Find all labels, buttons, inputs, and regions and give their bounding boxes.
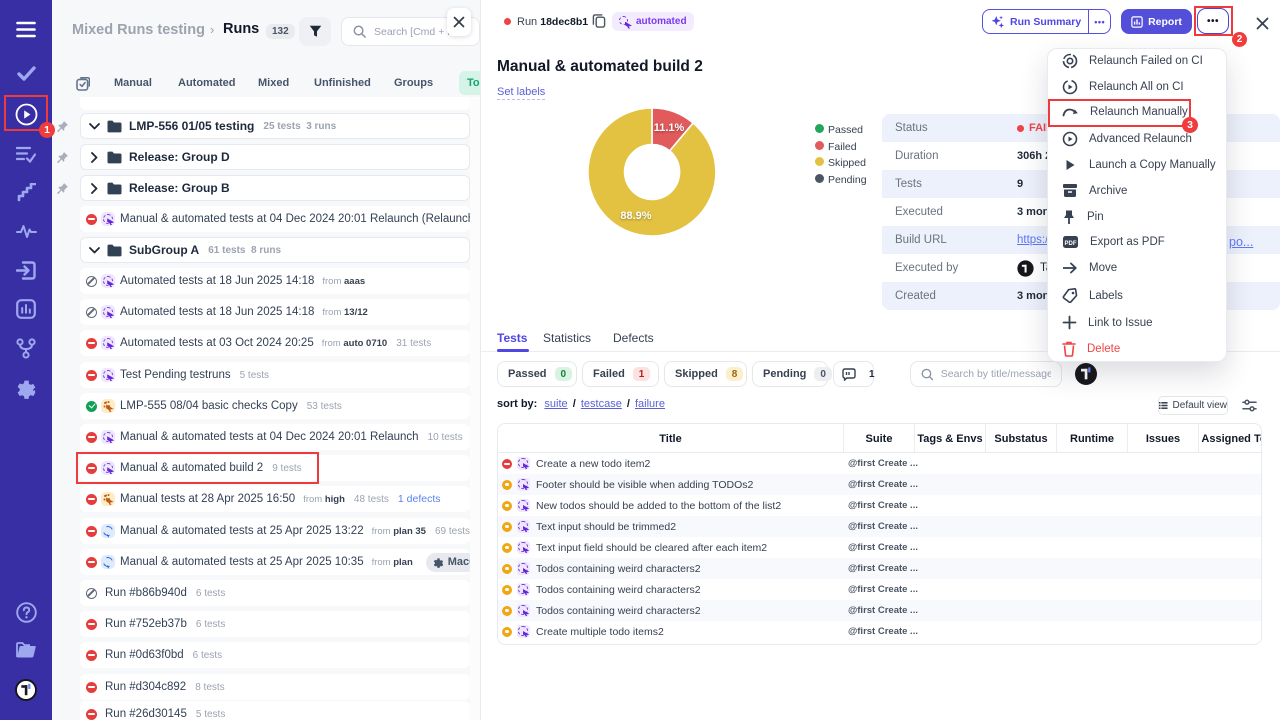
svg-text:11.1%: 11.1% [654, 122, 685, 134]
svg-text:PDF: PDF [1065, 241, 1077, 247]
svg-text:88.9%: 88.9% [620, 210, 651, 222]
